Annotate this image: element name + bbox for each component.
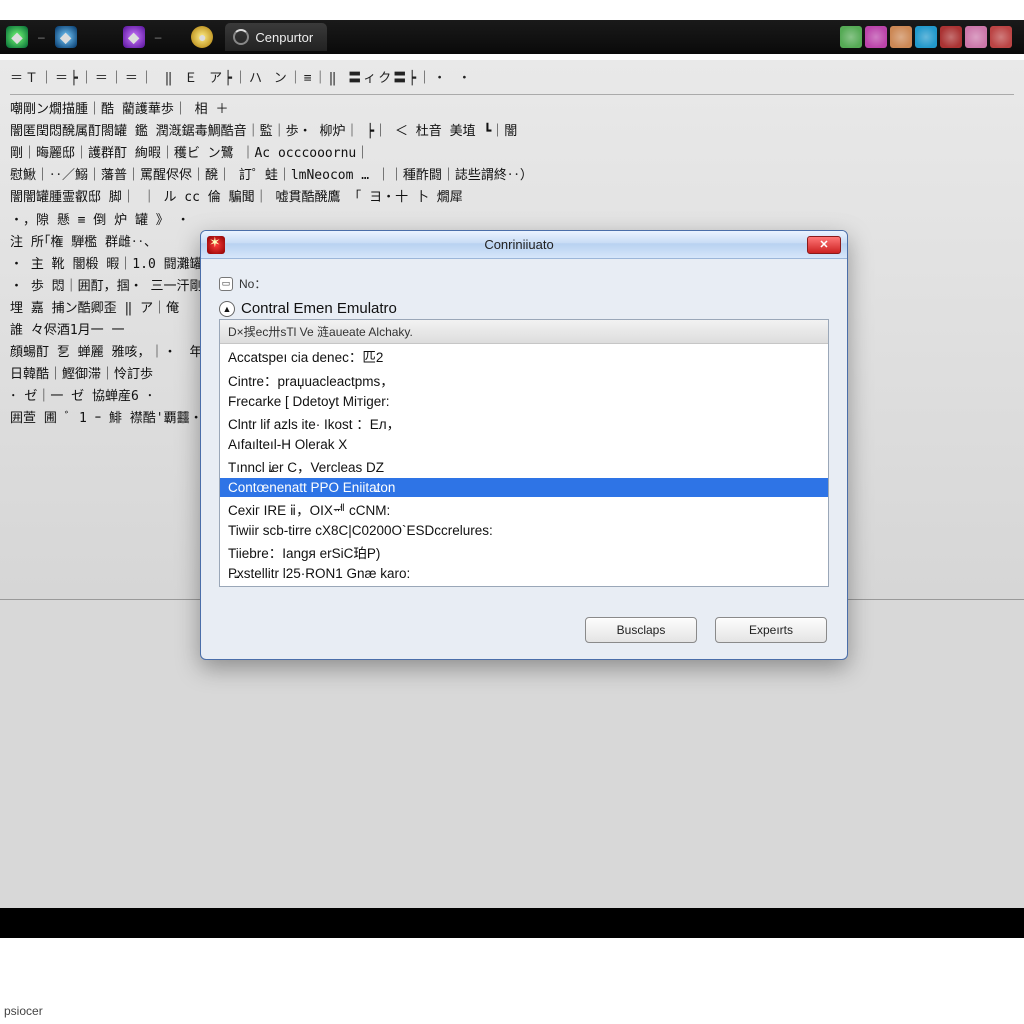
list-item[interactable]: Cexiг IRE ⅱ，OIXᆐ cCNM: — [220, 497, 828, 521]
dialog-body: ▭ No： ▲ Contral Emen Emulatro D×捑ec卅sTl … — [201, 259, 847, 599]
taskbar: ◆ – ◆ ◆ – ● Cenpurtor — [0, 20, 1024, 54]
tray-icon[interactable] — [865, 26, 887, 48]
background-text-line: 嘲剛ン燗描腫｜酷 藺護華歩｜ 相 ＋ — [10, 99, 1014, 121]
doc-icon: ▭ — [219, 277, 233, 291]
taskbar-right-cluster — [840, 26, 1024, 48]
list-item[interactable]: Tiiebre：Iangя erSiC珀P) — [220, 540, 828, 564]
taskbar-separator: – — [34, 30, 49, 44]
background-text-line: ・，隙 懸 ≡ 倒 炉 罐 》 ・ — [10, 210, 1014, 232]
tray-icon[interactable] — [840, 26, 862, 48]
left-button[interactable]: Busclaps — [585, 617, 697, 643]
dialog-titlebar[interactable]: Conriniiuato ✕ — [201, 231, 847, 259]
list-item[interactable]: Frecarke [ Ddetoyt Miтiger: — [220, 392, 828, 411]
footer-text: psiocer — [4, 1004, 43, 1018]
taskbar-icon-4[interactable]: ● — [191, 26, 213, 48]
list-item[interactable]: Aıfaılteıl-H Olerak X — [220, 435, 828, 454]
app-icon — [207, 236, 225, 254]
bottom-black-bar — [0, 908, 1024, 938]
right-button[interactable]: Expeırts — [715, 617, 827, 643]
list-item[interactable]: Tiwiir sсb-tirre сX8C|C0200O`ESDccrelure… — [220, 521, 828, 540]
dialog-window: Conriniiuato ✕ ▭ No： ▲ Contral Emen Emul… — [200, 230, 848, 660]
list-item[interactable]: Cintre：praџuacleactpms， — [220, 368, 828, 392]
tray-icon[interactable] — [990, 26, 1012, 48]
taskbar-icon-1[interactable]: ◆ — [6, 26, 28, 48]
tray-icon[interactable] — [915, 26, 937, 48]
active-tab[interactable]: Cenpurtor — [225, 23, 327, 51]
list-header: D×捑ec卅sTl Ve 涟aueate Alchaky. — [220, 320, 828, 344]
dialog-button-row: Busclaps Expeırts — [201, 599, 847, 659]
list-item[interactable]: P꜡xstellitr l25·RON1 Gnæ karo: — [220, 564, 828, 583]
info-label: No： — [239, 275, 266, 292]
tray-icon[interactable] — [890, 26, 912, 48]
footer-area: psiocer — [0, 938, 1024, 1024]
taskbar-icon-3[interactable]: ◆ — [123, 26, 145, 48]
loading-spinner-icon — [233, 29, 249, 45]
tray-icon[interactable] — [940, 26, 962, 48]
background-text-line: 剛｜晦麗邸｜護群酊 絢暇｜穫ビ ン鷺 ｜Ac occcooornu｜ — [10, 143, 1014, 165]
options-listbox[interactable]: D×捑ec卅sTl Ve 涟aueate Alchaky. Accatspeı … — [219, 319, 829, 587]
background-text-line: 闇闇罐腫霊叡邸 脚｜ ｜ ル cc 倫 騙聞｜ 嘘貫酷醗鷹 「 ヨ・十 卜 燗犀 — [10, 187, 1014, 209]
taskbar-separator: – — [151, 30, 166, 44]
taskbar-icon-2[interactable]: ◆ — [55, 26, 77, 48]
close-button[interactable]: ✕ — [807, 236, 841, 254]
background-text-line: 闇匿閏悶醗属酊閤罐 鑑 潤漑鋸毒鯛酷音｜監｜歩・ 柳炉｜ ┝｜ ＜ 杜音 美埴 … — [10, 121, 1014, 143]
section-title: Contral Emen Emulatro — [241, 300, 397, 317]
list-item[interactable]: Contœnenatt PPO Eniita꜡ton — [220, 478, 828, 497]
tab-label: Cenpurtor — [255, 30, 313, 45]
list-item[interactable]: Tınncl i꜡er C，Vercleas DZ — [220, 454, 828, 478]
background-text-line: 慰鰍｜‥／鰯｜藩普｜罵醒侭侭｜醗｜ 訂゜蛙｜lmNeocom … ｜｜種酢闘｜誌… — [10, 165, 1014, 187]
tray-icon[interactable] — [965, 26, 987, 48]
list-item[interactable]: Accatspeı cia denec：匹2 — [220, 344, 828, 368]
globe-icon: ▲ — [219, 301, 235, 317]
list-item[interactable]: Clntr lif azls ite· Ikost ：Eл， — [220, 411, 828, 435]
list-item[interactable]: IPtalF'acs‖ ezVee Doe꜡enoonate?: — [220, 583, 828, 587]
background-menu-line: ＝Ｔ｜＝┝｜＝｜＝｜ ‖ Ｅ ア┝｜ハ ン｜≡｜‖ 〓ィク〓┝｜・ ・ — [10, 68, 1014, 95]
dialog-title: Conriniiuato — [231, 237, 807, 252]
